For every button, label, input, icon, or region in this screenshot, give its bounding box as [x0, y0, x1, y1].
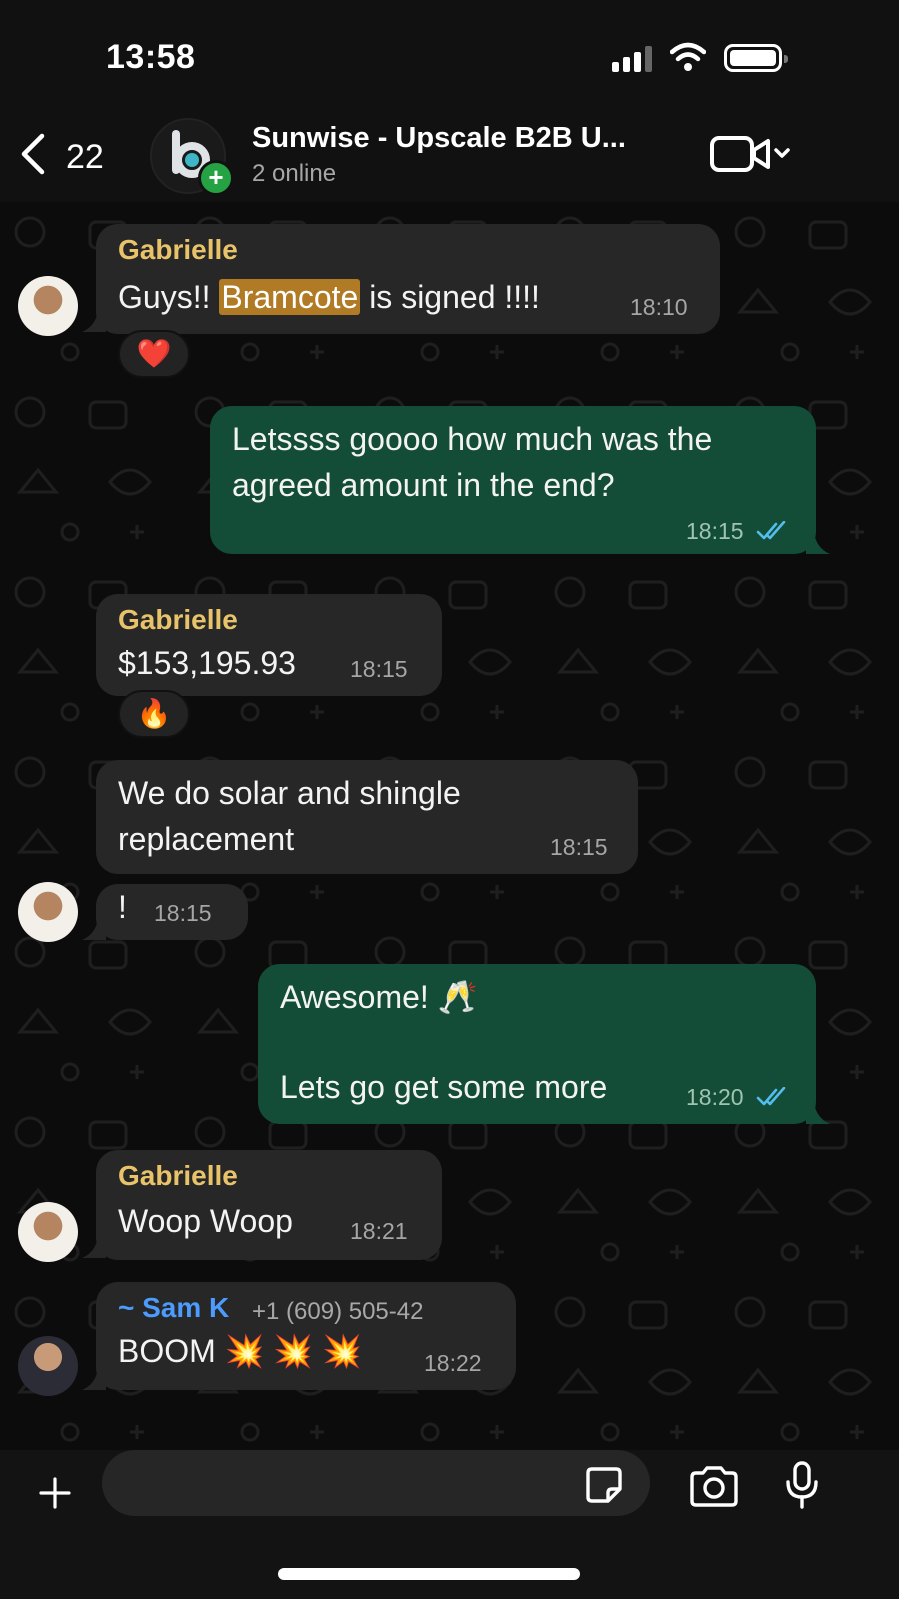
message-bubble-8[interactable]: ~ Sam K +1 (609) 505-42 BOOM 💥 💥 💥 18:22: [96, 1282, 516, 1390]
video-call-icon[interactable]: [710, 134, 792, 176]
message-line-2: replacement: [118, 821, 295, 857]
battery-icon: [724, 44, 788, 72]
avatar-gabrielle[interactable]: [18, 882, 78, 942]
message-time: 18:20: [686, 1084, 790, 1111]
sender-phone[interactable]: +1 (609) 505-42: [252, 1298, 423, 1326]
add-member-icon[interactable]: +: [198, 160, 234, 196]
back-chevron-icon[interactable]: [18, 132, 48, 176]
message-text: $153,195.93: [118, 645, 296, 681]
sender-name[interactable]: Gabrielle: [118, 234, 238, 266]
reaction-fire[interactable]: 🔥: [118, 690, 190, 738]
read-receipt-icon: [756, 521, 786, 540]
camera-icon[interactable]: [688, 1465, 740, 1507]
unread-count[interactable]: 22: [66, 138, 104, 177]
message-line-2: Lets go get some more: [280, 1069, 608, 1105]
message-time: 18:15: [350, 656, 408, 682]
sender-name[interactable]: Gabrielle: [118, 604, 238, 636]
message-line-1: Letssss goooo how much was the: [232, 421, 713, 457]
cellular-signal-icon: [612, 46, 656, 72]
message-bubble-1[interactable]: Gabrielle Guys!! Bramcote is signed !!!!…: [96, 224, 720, 334]
message-text: Woop Woop: [118, 1203, 293, 1239]
message-bubble-2[interactable]: Letssss goooo how much was the agreed am…: [210, 406, 816, 554]
message-line-1: We do solar and shingle: [118, 775, 461, 811]
message-time: 18:15: [550, 834, 608, 860]
message-bubble-5[interactable]: ! 18:15: [96, 884, 248, 940]
avatar-gabrielle[interactable]: [18, 1202, 78, 1262]
message-time: 18:15: [686, 518, 790, 545]
sticker-icon[interactable]: [584, 1465, 624, 1505]
message-text: BOOM 💥 💥 💥: [118, 1333, 362, 1369]
message-line-1: Awesome! 🥂: [280, 979, 478, 1015]
group-name[interactable]: Sunwise - Upscale B2B U...: [252, 122, 626, 155]
message-line-2: agreed amount in the end?: [232, 467, 615, 503]
status-bar: 13:58: [0, 0, 899, 110]
message-text: !: [118, 889, 127, 925]
message-time: 18:10: [630, 294, 688, 320]
reaction-heart[interactable]: ❤️: [118, 330, 190, 378]
chat-header: 22 + Sunwise - Upscale B2B U... 2 online: [0, 110, 899, 202]
sender-name[interactable]: Gabrielle: [118, 1160, 238, 1192]
chat-area[interactable]: Gabrielle Guys!! Bramcote is signed !!!!…: [0, 202, 899, 1450]
read-receipt-icon: [756, 1087, 786, 1106]
message-text: Guys!! Bramcote is signed !!!!: [118, 279, 540, 315]
composer-bar: [0, 1450, 899, 1599]
avatar-sam-k[interactable]: [18, 1336, 78, 1396]
avatar-gabrielle[interactable]: [18, 276, 78, 336]
message-input[interactable]: [102, 1450, 650, 1516]
sender-name[interactable]: ~ Sam K: [118, 1292, 229, 1324]
online-status: 2 online: [252, 160, 337, 187]
message-bubble-3[interactable]: Gabrielle $153,195.93 18:15: [96, 594, 442, 696]
wifi-icon: [670, 42, 706, 71]
status-time: 13:58: [106, 38, 196, 76]
bubble-tail: [806, 1102, 830, 1124]
message-time: 18:15: [154, 900, 212, 926]
message-bubble-4[interactable]: We do solar and shingle replacement 18:1…: [96, 760, 638, 874]
bubble-tail: [806, 532, 830, 554]
plus-icon[interactable]: [38, 1476, 72, 1510]
message-time: 18:22: [424, 1350, 482, 1376]
microphone-icon[interactable]: [784, 1460, 820, 1510]
highlighted-word: Bramcote: [219, 279, 361, 315]
message-bubble-6[interactable]: Awesome! 🥂 Lets go get some more 18:20: [258, 964, 816, 1124]
message-time: 18:21: [350, 1218, 408, 1244]
home-indicator[interactable]: [278, 1568, 580, 1580]
message-bubble-7[interactable]: Gabrielle Woop Woop 18:21: [96, 1150, 442, 1260]
